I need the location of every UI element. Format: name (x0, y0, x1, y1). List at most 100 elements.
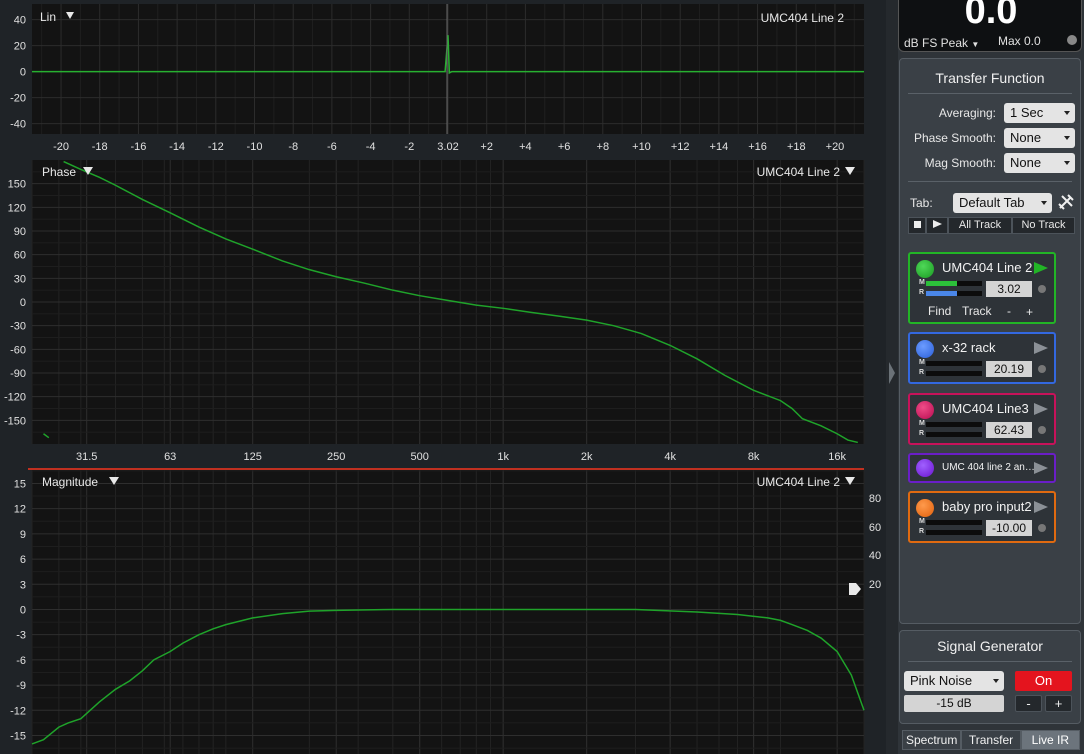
m-label: M (919, 279, 925, 286)
r-level-bar (926, 432, 982, 437)
phase-y-tick: 0 (20, 297, 26, 309)
phase-x-tick: 4k (664, 451, 676, 463)
mag-smooth-select[interactable]: None (1004, 153, 1075, 173)
level-minus-button[interactable]: - (1015, 695, 1042, 712)
phase-y-tick: -150 (4, 415, 26, 427)
play-button[interactable] (926, 217, 948, 234)
phase-title[interactable]: Phase (42, 165, 76, 179)
chevron-down-icon: ▼ (971, 40, 980, 49)
measurement-card[interactable]: UMC404 Line 2 M R 3.02 Find Track - + (908, 252, 1056, 324)
level-unit-dropdown[interactable]: dB FS Peak ▼ (904, 36, 979, 50)
phase-x-tick: 63 (164, 451, 176, 463)
delay-minus-button[interactable]: - (1007, 304, 1011, 318)
magnitude-y-tick: 6 (20, 554, 26, 566)
chevron-down-icon (1064, 161, 1070, 165)
status-dot-icon[interactable] (1038, 365, 1046, 373)
magnitude-y-tick: 15 (14, 478, 26, 490)
play-icon[interactable] (1034, 262, 1048, 274)
lin-x-tick: +2 (480, 141, 493, 153)
r-label: R (919, 528, 925, 535)
delay-field[interactable]: -10.00 (986, 520, 1032, 536)
phase-x-tick: 2k (581, 451, 593, 463)
delay-field[interactable]: 20.19 (986, 361, 1032, 377)
lin-x-tick: -16 (130, 141, 146, 153)
measurement-color-icon[interactable] (916, 340, 934, 358)
measurement-name: UMC 404 line 2 an… (942, 462, 1035, 473)
tab-live-ir[interactable]: Live IR (1020, 730, 1080, 750)
level-unit-label: dB FS Peak (904, 36, 969, 50)
signal-generator-title: Signal Generator (937, 638, 1043, 654)
chevron-down-icon (1041, 201, 1047, 205)
measurement-color-icon[interactable] (916, 459, 934, 477)
lin-y-tick: 40 (14, 15, 26, 27)
phase-smooth-select[interactable]: None (1004, 128, 1075, 148)
r-label: R (919, 289, 925, 296)
measurement-color-icon[interactable] (916, 260, 934, 278)
lin-x-tick: +12 (671, 141, 690, 153)
lin-x-tick: -14 (169, 141, 185, 153)
measurement-card[interactable]: UMC404 Line3 M R 62.43 (908, 393, 1056, 445)
magnitude-title[interactable]: Magnitude (42, 475, 98, 489)
m-level-bar (926, 281, 982, 286)
divider (908, 661, 1072, 662)
magnitude-legend: UMC404 Line 2 (757, 475, 841, 489)
magnitude-y-tick: 9 (20, 529, 26, 541)
play-icon[interactable] (1034, 501, 1048, 513)
measurement-color-icon[interactable] (916, 499, 934, 517)
coherence-y-tick: 80 (869, 493, 881, 505)
transfer-function-title: Transfer Function (935, 70, 1045, 86)
measurement-color-icon[interactable] (916, 401, 934, 419)
magnitude-plot-area[interactable] (32, 470, 864, 754)
r-level-bar (926, 291, 982, 296)
signal-type-select[interactable]: Pink Noise (904, 671, 1004, 691)
averaging-select[interactable]: 1 Sec (1004, 103, 1075, 123)
clip-indicator-icon[interactable] (1067, 35, 1077, 45)
status-dot-icon[interactable] (1038, 524, 1046, 532)
lin-x-tick: +14 (710, 141, 729, 153)
stop-button[interactable] (908, 217, 926, 234)
tab-select[interactable]: Default Tab (953, 193, 1052, 213)
r-label: R (919, 430, 925, 437)
measurement-card[interactable]: x-32 rack M R 20.19 (908, 332, 1056, 384)
delay-plus-button[interactable]: + (1026, 305, 1033, 319)
tab-transfer[interactable]: Transfer (961, 730, 1021, 750)
status-dot-icon[interactable] (1038, 285, 1046, 293)
find-button[interactable]: Find (928, 304, 951, 318)
magnitude-y-tick: -15 (10, 731, 26, 743)
play-icon[interactable] (1034, 462, 1048, 474)
tools-icon[interactable] (1057, 193, 1075, 211)
magnitude-y-tick: 3 (20, 579, 26, 591)
all-track-button[interactable]: All Track (948, 217, 1012, 234)
track-button[interactable]: Track (962, 304, 992, 318)
lin-x-tick: -8 (288, 141, 298, 153)
mag-smooth-label: Mag Smooth: (924, 156, 996, 170)
chevron-down-icon (993, 679, 999, 683)
level-value: 0.0 (964, 0, 1018, 32)
lin-title[interactable]: Lin (40, 10, 56, 24)
status-dot-icon[interactable] (1038, 426, 1046, 434)
measurement-card[interactable]: baby pro input2 M R -10.00 (908, 491, 1056, 543)
magnitude-y-tick: -9 (16, 680, 26, 692)
play-icon[interactable] (1034, 342, 1048, 354)
play-icon[interactable] (1034, 403, 1048, 415)
signal-level-field[interactable]: -15 dB (904, 695, 1004, 712)
phase-x-tick: 125 (244, 451, 262, 463)
phase-y-tick: 150 (8, 179, 26, 191)
lin-x-tick: +10 (632, 141, 651, 153)
tab-spectrum[interactable]: Spectrum (902, 730, 962, 750)
phase-y-tick: -120 (4, 392, 26, 404)
level-plus-button[interactable]: + (1045, 695, 1072, 712)
phase-y-tick: -90 (10, 368, 26, 380)
phase-y-tick: 30 (14, 273, 26, 285)
lin-x-tick: 3.02 (437, 141, 458, 153)
delay-field[interactable]: 62.43 (986, 422, 1032, 438)
no-track-button[interactable]: No Track (1012, 217, 1075, 234)
signal-on-button[interactable]: On (1015, 671, 1072, 691)
averaging-label: Averaging: (938, 106, 996, 120)
collapse-panel-icon[interactable] (889, 362, 895, 384)
delay-field[interactable]: 3.02 (986, 281, 1032, 297)
measurement-card[interactable]: UMC 404 line 2 an… (908, 453, 1056, 483)
panel-divider[interactable] (886, 0, 898, 754)
m-level-bar (926, 520, 982, 525)
divider (908, 181, 1072, 182)
